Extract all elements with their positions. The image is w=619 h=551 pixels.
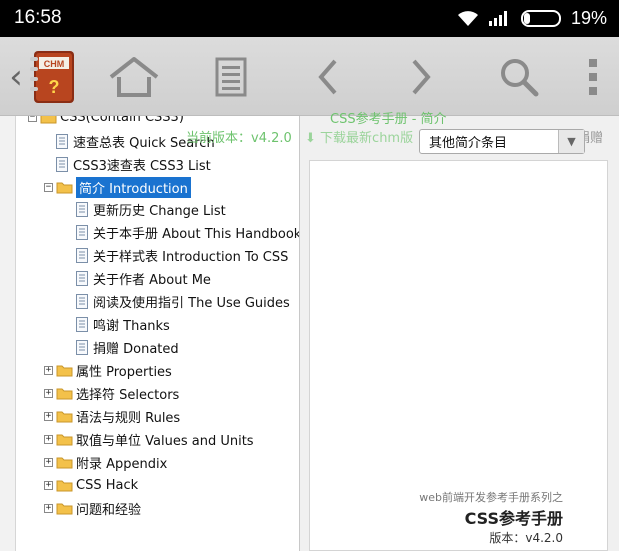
page-icon	[76, 339, 88, 355]
tree-item[interactable]: + 选择符 Selectors	[44, 382, 179, 404]
tree-item[interactable]: + CSS Hack	[44, 474, 138, 496]
tree-item[interactable]: 关于样式表 Introduction To CSS	[76, 244, 288, 266]
page-icon	[76, 201, 88, 217]
chm-app-icon[interactable]: CHM ?	[20, 37, 80, 116]
tree-item-label: 附录 Appendix	[76, 456, 168, 472]
content-header-partial: CSS参考手册 - 简介	[330, 112, 447, 127]
intro-select[interactable]: 其他简介条目 ▼	[419, 129, 585, 154]
brand-title: CSS参考手册	[464, 509, 563, 528]
expand-toggle-icon[interactable]: +	[44, 503, 53, 513]
tree-item[interactable]: 更新历史 Change List	[76, 198, 226, 220]
page-icon	[56, 133, 68, 149]
tree-item-label-selected: 简介 Introduction	[76, 176, 191, 198]
page-icon	[76, 247, 88, 263]
expand-toggle-icon[interactable]: +	[44, 388, 53, 398]
tree-item-label: CSS3速查表 CSS3 List	[73, 158, 211, 174]
tree-item-label: 属性 Properties	[76, 364, 172, 380]
tree-item-label: 更新历史 Change List	[93, 203, 226, 219]
series-label: web前端开发参考手册系列之	[419, 491, 563, 504]
svg-text:?: ?	[49, 77, 60, 97]
folder-icon	[56, 388, 73, 399]
folder-open-icon	[56, 182, 73, 193]
tree-item[interactable]: 阅读及使用指引 The Use Guides	[76, 290, 290, 312]
tree-item[interactable]: − 简介 Introduction	[44, 176, 191, 198]
status-icons: 19%	[457, 6, 607, 30]
tree-item-label: 阅读及使用指引 The Use Guides	[93, 295, 290, 311]
tree-item-label: 鸣谢 Thanks	[93, 318, 170, 334]
folder-icon	[56, 503, 73, 514]
page-icon	[76, 224, 88, 240]
download-arrow-icon: ⬇	[305, 131, 316, 146]
current-version-label: 当前版本：v4.2.0	[186, 131, 292, 146]
status-bar: 16:58 19%	[0, 0, 619, 37]
chevron-down-icon[interactable]: ▼	[558, 130, 584, 153]
tree-item-label: 取值与单位 Values and Units	[76, 433, 254, 449]
tree-item-label: 语法与规则 Rules	[76, 410, 181, 426]
tree-item-label: 问题和经验	[76, 502, 142, 518]
collapse-toggle-icon[interactable]: −	[44, 182, 53, 192]
wifi-icon	[457, 11, 478, 26]
expand-toggle-icon[interactable]: +	[44, 434, 53, 444]
toc-tree[interactable]: − CSS(Contain CSS3) 速查总表 Quick Search CSS…	[16, 116, 300, 551]
list-icon[interactable]	[209, 37, 253, 116]
expand-toggle-icon[interactable]: +	[44, 365, 53, 375]
page-icon	[76, 293, 88, 309]
folder-icon	[56, 480, 73, 491]
folder-icon	[56, 365, 73, 376]
folder-icon	[56, 434, 73, 445]
left-edge-strip	[0, 116, 16, 551]
tree-item-partial[interactable]: − CSS(Contain CSS3)	[28, 116, 184, 128]
battery-icon	[520, 9, 561, 27]
overflow-menu-icon[interactable]	[582, 37, 604, 116]
collapse-toggle-icon[interactable]: −	[28, 116, 37, 122]
tree-item-label: 选择符 Selectors	[76, 387, 180, 403]
page-icon	[76, 316, 88, 332]
tree-item[interactable]: + 问题和经验	[44, 497, 141, 519]
status-time: 16:58	[14, 7, 62, 28]
back-icon[interactable]	[305, 37, 349, 116]
tree-item[interactable]: 鸣谢 Thanks	[76, 313, 170, 335]
tree-item-label: 关于本手册 About This Handbook	[93, 226, 300, 242]
tree-item[interactable]: + 属性 Properties	[44, 359, 172, 381]
download-link[interactable]: ⬇ 下载最新chm版	[305, 127, 413, 146]
tree-item[interactable]: 捐赠 Donated	[76, 336, 179, 358]
home-icon[interactable]	[104, 37, 164, 116]
page-icon	[76, 270, 88, 286]
forward-icon[interactable]	[400, 37, 444, 116]
tree-item[interactable]: + 取值与单位 Values and Units	[44, 428, 254, 450]
tree-item-label: CSS Hack	[76, 477, 139, 493]
version-label: 版本：v4.2.0	[489, 531, 563, 545]
search-icon[interactable]	[494, 37, 544, 116]
intro-select-value: 其他简介条目	[429, 136, 508, 151]
tree-item[interactable]: + 语法与规则 Rules	[44, 405, 180, 427]
tree-item-label: 关于作者 About Me	[93, 272, 211, 288]
app-window: 16:58 19% ‹ CHM ? − CSS(Contain CSS3) 速查…	[0, 0, 619, 551]
page-icon	[56, 156, 68, 172]
expand-toggle-icon[interactable]: +	[44, 411, 53, 421]
toolbar: ‹ CHM ?	[0, 37, 619, 116]
battery-percent: 19%	[570, 7, 607, 28]
folder-open-icon	[40, 116, 57, 123]
tree-item-label: 关于样式表 Introduction To CSS	[93, 249, 289, 265]
tree-item[interactable]: + 附录 Appendix	[44, 451, 167, 473]
tree-item[interactable]: 关于本手册 About This Handbook	[76, 221, 300, 243]
folder-icon	[56, 457, 73, 468]
tree-item-label: 捐赠 Donated	[93, 341, 179, 357]
tree-item[interactable]: 关于作者 About Me	[76, 267, 211, 289]
expand-toggle-icon[interactable]: +	[44, 457, 53, 467]
expand-toggle-icon[interactable]: +	[44, 480, 53, 490]
folder-icon	[56, 411, 73, 422]
signal-icon	[488, 11, 507, 26]
tree-item[interactable]: CSS3速查表 CSS3 List	[56, 153, 211, 175]
svg-text:CHM: CHM	[44, 59, 65, 69]
